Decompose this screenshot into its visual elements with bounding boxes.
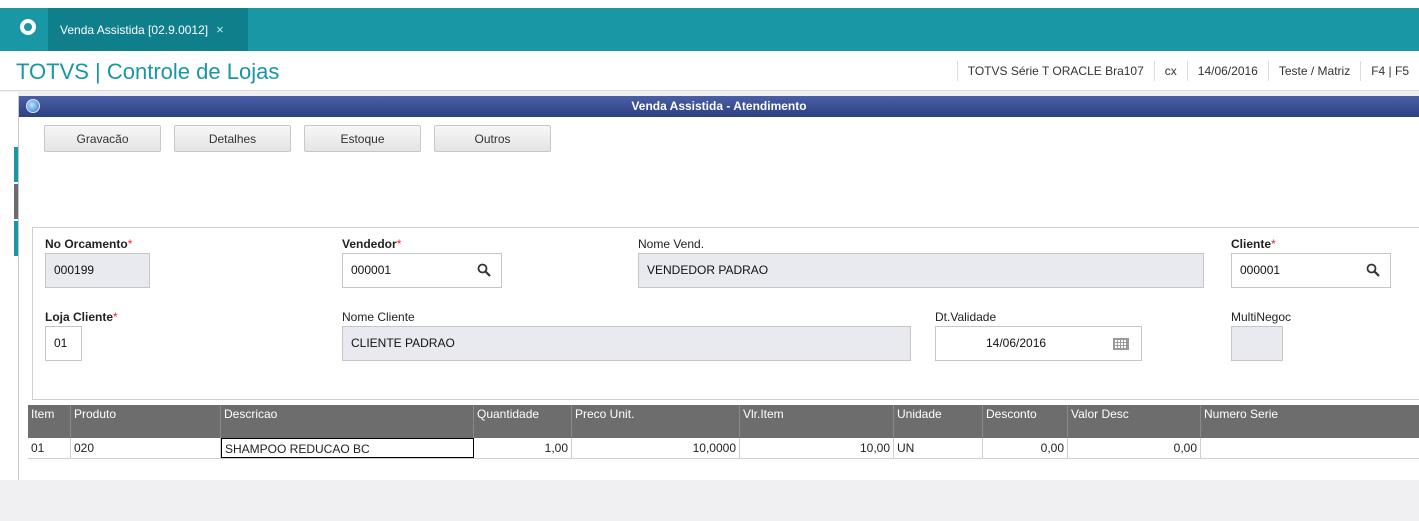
items-grid: Item Produto Descricao Quantidade Preco …	[28, 405, 1419, 459]
header-form: No Orcamento* 000199 Vendedor* 000001 No…	[32, 227, 1419, 400]
header-info-system: TOTVS Série T ORACLE Bra107	[956, 61, 1154, 81]
totvs-logo-icon[interactable]	[20, 19, 36, 35]
app-header: TOTVS | Controle de Lojas TOTVS Série T …	[0, 51, 1419, 91]
no-orcamento-value: 000199	[54, 263, 95, 277]
dt-validade-value: 14/06/2016	[986, 336, 1047, 350]
cliente-field[interactable]: 000001	[1231, 253, 1391, 288]
header-info-station: cx	[1153, 61, 1187, 81]
tab-title: Venda Assistida [02.9.0012]	[60, 22, 209, 37]
required-mark: *	[396, 237, 402, 251]
required-mark: *	[1271, 237, 1276, 251]
required-mark: *	[113, 310, 118, 324]
col-header-produto[interactable]: Produto	[71, 405, 221, 438]
loja-cliente-value: 01	[54, 336, 68, 350]
nome-vend-label: Nome Vend.	[638, 237, 705, 251]
col-header-descricao[interactable]: Descricao	[221, 405, 474, 438]
col-header-preco-unit[interactable]: Preco Unit.	[572, 405, 740, 438]
cell-numero-serie[interactable]	[1201, 438, 1419, 458]
nome-vend-value: VENDEDOR PADRAO	[647, 263, 769, 277]
table-row[interactable]: 01 020 SHAMPOO REDUCAO BC 1,00 10,0000 1…	[28, 438, 1419, 459]
header-info-shortcuts[interactable]: F4 | F5	[1360, 61, 1419, 81]
header-info-date: 14/06/2016	[1186, 61, 1268, 81]
close-icon[interactable]: ×	[216, 22, 224, 37]
action-buttons: Gravacão Detalhes Estoque Outros	[44, 125, 551, 152]
cell-preco-unit[interactable]: 10,0000	[572, 438, 740, 458]
left-side-strip	[0, 92, 18, 480]
required-mark: *	[127, 237, 133, 251]
cell-unidade[interactable]: UN	[894, 438, 983, 458]
nome-cliente-label: Nome Cliente	[342, 310, 415, 324]
vendedor-value: 000001	[351, 263, 392, 277]
cliente-label-text: Cliente	[1231, 237, 1272, 251]
window-title-bar: Venda Assistida - Atendimento	[19, 96, 1419, 117]
multinegoc-label: MultiNegoc	[1231, 310, 1292, 324]
col-header-numero-serie[interactable]: Numero Serie	[1201, 405, 1419, 438]
search-icon[interactable]	[1366, 263, 1380, 277]
cell-desconto[interactable]: 0,00	[983, 438, 1068, 458]
cliente-label: Cliente*	[1231, 237, 1276, 251]
nome-cliente-field[interactable]: CLIENTE PADRAO	[342, 326, 911, 361]
window-title: Venda Assistida - Atendimento	[631, 99, 807, 113]
header-info: TOTVS Série T ORACLE Bra107 cx 14/06/201…	[956, 61, 1419, 81]
col-header-unidade[interactable]: Unidade	[894, 405, 983, 438]
vendedor-field[interactable]: 000001	[342, 253, 502, 288]
dt-validade-label: Dt.Validade	[935, 310, 997, 324]
loja-cliente-label: Loja Cliente*	[45, 310, 118, 324]
loja-cliente-label-text: Loja Cliente	[45, 310, 114, 324]
header-info-company: Teste / Matriz	[1267, 61, 1360, 81]
estoque-button[interactable]: Estoque	[304, 125, 421, 152]
grid-header-row: Item Produto Descricao Quantidade Preco …	[28, 405, 1419, 438]
search-icon[interactable]	[477, 263, 491, 277]
cell-item[interactable]: 01	[28, 438, 71, 458]
col-header-quantidade[interactable]: Quantidade	[474, 405, 572, 438]
tab-bar: Venda Assistida [02.9.0012] ×	[0, 0, 1419, 51]
venda-assistida-window: Venda Assistida - Atendimento Gravacão D…	[18, 96, 1419, 480]
gravacao-button[interactable]: Gravacão	[44, 125, 161, 152]
nome-vend-field[interactable]: VENDEDOR PADRAO	[638, 253, 1204, 288]
col-header-desconto[interactable]: Desconto	[983, 405, 1068, 438]
cell-vlr-item[interactable]: 10,00	[740, 438, 894, 458]
outros-button[interactable]: Outros	[434, 125, 551, 152]
detalhes-button[interactable]: Detalhes	[174, 125, 291, 152]
nome-cliente-value: CLIENTE PADRAO	[351, 336, 455, 350]
page-title: TOTVS | Controle de Lojas	[16, 59, 280, 84]
no-orcamento-field[interactable]: 000199	[45, 253, 150, 288]
no-orcamento-label: No Orcamento*	[45, 237, 132, 251]
vendedor-label: Vendedor*	[342, 237, 401, 251]
no-orcamento-label-text: No Orcamento	[45, 237, 128, 251]
cliente-value: 000001	[1240, 263, 1281, 277]
calendar-icon[interactable]	[1113, 338, 1129, 350]
tab-venda-assistida[interactable]: Venda Assistida [02.9.0012] ×	[48, 8, 248, 51]
loja-cliente-field[interactable]: 01	[45, 326, 82, 361]
cell-descricao[interactable]: SHAMPOO REDUCAO BC	[221, 438, 474, 458]
col-header-vlr-item[interactable]: Vlr.Item	[740, 405, 894, 438]
cell-produto[interactable]: 020	[71, 438, 221, 458]
col-header-valor-desc[interactable]: Valor Desc	[1068, 405, 1201, 438]
multinegoc-field[interactable]	[1231, 326, 1283, 361]
window-app-icon[interactable]	[26, 99, 40, 113]
col-header-item[interactable]: Item	[28, 405, 71, 438]
vendedor-label-text: Vendedor	[342, 237, 397, 251]
cell-valor-desc[interactable]: 0,00	[1068, 438, 1201, 458]
dt-validade-field[interactable]: 14/06/2016	[935, 326, 1142, 361]
cell-quantidade[interactable]: 1,00	[474, 438, 572, 458]
